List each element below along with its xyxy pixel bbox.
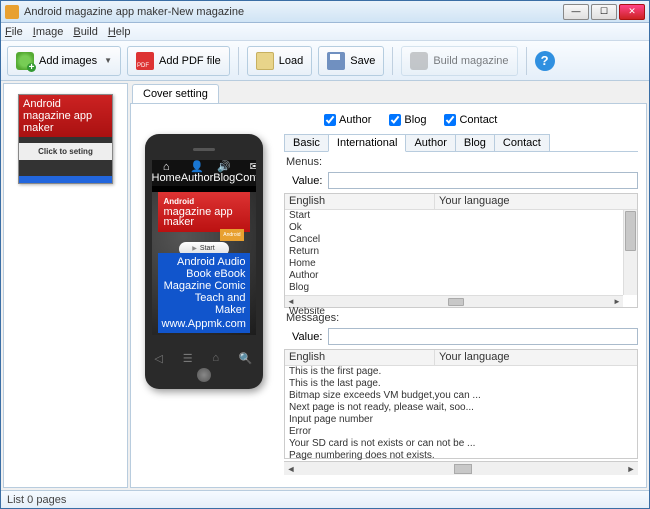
maximize-button[interactable]: ☐: [591, 4, 617, 20]
pages-panel: Android magazine app maker Click to seti…: [3, 83, 128, 488]
phone-nav-author: 👤Author: [181, 162, 213, 184]
cover-footer: Android Audio Book eBook Magazine Comic …: [158, 253, 250, 333]
checkbox-author[interactable]: Author: [324, 114, 371, 126]
help-icon[interactable]: ?: [535, 51, 555, 71]
menus-label: Menus:: [284, 152, 638, 170]
pdf-icon: [136, 52, 154, 70]
grid-row[interactable]: Next page is not ready, please wait, soo…: [285, 402, 637, 414]
phone-nav-blog: 🔊Blog: [213, 162, 235, 184]
toolbar: Add images ▼ Add PDF file Load Save Buil…: [1, 41, 649, 81]
phone-home-button: [197, 368, 211, 382]
folder-open-icon: [256, 52, 274, 70]
grid-row[interactable]: Your SD card is not exists or can not be…: [285, 438, 637, 450]
horizontal-scrollbar[interactable]: ◄►: [285, 295, 623, 307]
titlebar[interactable]: Android magazine app maker-New magazine …: [1, 1, 649, 23]
save-icon: [327, 52, 345, 70]
add-images-button[interactable]: Add images ▼: [7, 46, 121, 76]
phone-speaker: [193, 148, 215, 151]
toolbar-separator: [392, 47, 393, 75]
load-button[interactable]: Load: [247, 46, 312, 76]
grid-row[interactable]: Home: [285, 258, 637, 270]
subtab-basic[interactable]: Basic: [284, 134, 329, 151]
mail-icon: ✉: [235, 162, 255, 172]
main-tabs: Cover setting: [130, 83, 647, 103]
grid-row[interactable]: Author: [285, 270, 637, 282]
messages-value-input[interactable]: [328, 328, 638, 345]
grid-row[interactable]: Input page number: [285, 414, 637, 426]
messages-value-label: Value:: [292, 331, 322, 343]
minimize-button[interactable]: —: [563, 4, 589, 20]
person-icon: 👤: [181, 162, 213, 172]
sub-tabs: Basic International Author Blog Contact: [284, 134, 638, 152]
cover-title-block: Android magazine app maker Android: [158, 192, 250, 232]
grid-row[interactable]: Ok: [285, 222, 637, 234]
menu-image[interactable]: Image: [33, 26, 64, 38]
phone-nav-home: ⌂Home: [152, 162, 181, 184]
toolbar-separator: [526, 47, 527, 75]
close-button[interactable]: ✕: [619, 4, 645, 20]
subtab-contact[interactable]: Contact: [494, 134, 550, 151]
phone-preview-area: ⌂Home 👤Author 🔊Blog ✉Contact Android mag…: [131, 104, 276, 487]
subtab-author[interactable]: Author: [405, 134, 455, 151]
build-icon: [410, 52, 428, 70]
chevron-down-icon: ▼: [104, 56, 112, 65]
phone-hw-buttons: ◁☰⌂🔍: [145, 352, 263, 365]
menubar: File Image Build Help: [1, 23, 649, 41]
grid-row[interactable]: This is the first page.: [285, 366, 637, 378]
center-panel: Cover setting ⌂Home 👤Author 🔊Blog ✉Conta…: [130, 83, 647, 488]
messages-grid[interactable]: English Your language This is the first …: [284, 349, 638, 459]
add-pdf-button[interactable]: Add PDF file: [127, 46, 230, 76]
menu-help[interactable]: Help: [108, 26, 131, 38]
phone-screen: ⌂Home 👤Author 🔊Blog ✉Contact Android mag…: [152, 160, 256, 335]
phone-nav-contact: ✉Contact: [235, 162, 255, 184]
home-icon: ⌂: [152, 162, 181, 172]
grid-row[interactable]: Website: [285, 306, 637, 318]
menu-build[interactable]: Build: [73, 26, 97, 38]
statusbar: List 0 pages: [1, 490, 649, 508]
grid-row[interactable]: Bitmap size exceeds VM budget,you can ..…: [285, 390, 637, 402]
main-area: Android magazine app maker Click to seti…: [1, 81, 649, 490]
build-magazine-button[interactable]: Build magazine: [401, 46, 517, 76]
app-icon: [5, 5, 19, 19]
save-button[interactable]: Save: [318, 46, 384, 76]
grid-row[interactable]: Cancel: [285, 234, 637, 246]
add-images-icon: [16, 52, 34, 70]
checkbox-blog[interactable]: Blog: [389, 114, 426, 126]
grid-row[interactable]: Start: [285, 210, 637, 222]
subtab-international[interactable]: International: [328, 134, 407, 152]
vertical-scrollbar[interactable]: [623, 210, 637, 295]
cover-thumbnail[interactable]: Android magazine app maker Click to seti…: [18, 94, 113, 184]
rss-icon: 🔊: [213, 162, 235, 172]
toolbar-separator: [238, 47, 239, 75]
phone-mockup: ⌂Home 👤Author 🔊Blog ✉Contact Android mag…: [145, 134, 263, 389]
menus-grid[interactable]: English Your language StartOkCancelRetur…: [284, 193, 638, 308]
menu-file[interactable]: File: [5, 26, 23, 38]
status-text: List 0 pages: [7, 494, 66, 506]
tab-cover-setting[interactable]: Cover setting: [132, 84, 219, 103]
window-title: Android magazine app maker-New magazine: [24, 6, 563, 18]
grid-row[interactable]: Error: [285, 426, 637, 438]
checkbox-contact[interactable]: Contact: [444, 114, 497, 126]
grid-row[interactable]: Blog: [285, 282, 637, 294]
panel-horizontal-scrollbar[interactable]: ◄►: [284, 461, 638, 475]
app-window: Android magazine app maker-New magazine …: [0, 0, 650, 509]
settings-area: Author Blog Contact Basic International …: [276, 104, 646, 487]
grid-row[interactable]: This is the last page.: [285, 378, 637, 390]
menus-value-input[interactable]: [328, 172, 638, 189]
menus-value-label: Value:: [292, 175, 322, 187]
subtab-blog[interactable]: Blog: [455, 134, 495, 151]
grid-row[interactable]: Return: [285, 246, 637, 258]
